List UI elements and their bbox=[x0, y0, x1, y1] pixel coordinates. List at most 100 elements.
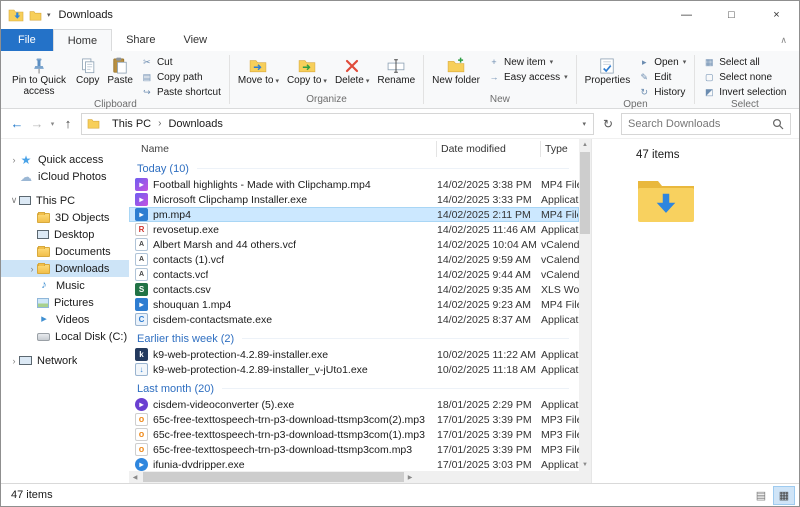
tab-file[interactable]: File bbox=[1, 29, 53, 51]
sidebar-item-3d-objects[interactable]: 3D Objects bbox=[1, 209, 129, 226]
file-row[interactable]: Acontacts.vcf14/02/2025 9:44 AMvCalendar… bbox=[129, 267, 579, 282]
group-label: Last month (20) bbox=[137, 382, 215, 395]
expand-chevron-icon[interactable]: › bbox=[27, 264, 37, 274]
horizontal-scrollbar-thumb[interactable] bbox=[143, 472, 404, 482]
scroll-down-icon[interactable]: ▼ bbox=[579, 459, 591, 471]
expand-chevron-icon[interactable]: › bbox=[9, 155, 19, 165]
cut-button[interactable]: ✂ Cut bbox=[137, 55, 225, 69]
sidebar-item-this-pc[interactable]: ∨ This PC bbox=[1, 192, 129, 209]
window-title: Downloads bbox=[58, 9, 113, 21]
file-row[interactable]: ▸ shouquan 1.mp4 14/02/2025 9:23 AM MP4 Fil… bbox=[129, 297, 579, 312]
up-button[interactable]: ↑ bbox=[58, 116, 78, 131]
paste-shortcut-button[interactable]: ↪ Paste shortcut bbox=[137, 85, 225, 99]
scroll-left-icon[interactable]: ◀ bbox=[129, 474, 141, 481]
quick-toolbar-customize-chevron-icon[interactable]: ▾ bbox=[47, 11, 51, 19]
file-row[interactable]: ▸ Microsoft Clipchamp Installer.exe 14/02/… bbox=[129, 192, 579, 207]
delete-button[interactable]: Delete ▾ bbox=[331, 53, 373, 88]
history-button[interactable]: ↻ History bbox=[634, 85, 690, 99]
pin-to-quick-access-button[interactable]: Pin to Quick access bbox=[6, 53, 72, 98]
move-to-button[interactable]: Move to ▾ bbox=[234, 53, 283, 88]
scroll-right-icon[interactable]: ▶ bbox=[404, 474, 416, 481]
address-dropdown-chevron-icon[interactable]: ▾ bbox=[582, 120, 588, 128]
scroll-up-icon[interactable]: ▲ bbox=[579, 139, 591, 151]
file-row[interactable]: A Albert Marsh and 44 others.vcf 14/02/202… bbox=[129, 237, 579, 252]
sidebar-item-downloads[interactable]: › Downloads bbox=[1, 260, 129, 277]
file-row[interactable]: Ccisdem-contactsmate.exe 14/02/2025 8:37 … bbox=[129, 312, 579, 327]
minimize-ribbon-button[interactable]: ∧ bbox=[780, 35, 787, 46]
properties-button[interactable]: Properties bbox=[581, 53, 635, 88]
tab-share[interactable]: Share bbox=[112, 29, 169, 51]
refresh-button[interactable]: ↻ bbox=[598, 117, 618, 131]
sidebar-item-network[interactable]: › Network bbox=[1, 352, 129, 369]
search-input[interactable] bbox=[628, 117, 772, 130]
file-row[interactable]: ▸ cisdem-videoconverter (5).exe 18/01/2025… bbox=[129, 397, 579, 412]
maximize-button[interactable]: □ bbox=[709, 1, 754, 29]
breadcrumb[interactable]: This PC › Downloads ▾ bbox=[81, 112, 594, 135]
column-header-type[interactable]: Type bbox=[541, 141, 579, 157]
file-date-modified: 17/01/2025 3:39 PM bbox=[437, 428, 532, 441]
sidebar-item-documents[interactable]: Documents bbox=[1, 243, 129, 260]
column-header-name[interactable]: Name bbox=[141, 141, 437, 157]
easy-access-button[interactable]: → Easy access ▾ bbox=[484, 70, 572, 84]
close-button[interactable]: × bbox=[754, 1, 799, 29]
file-row[interactable]: ▸ ifunia-dvdripper.exe 17/01/2025 3:03 PM A… bbox=[129, 457, 579, 471]
file-name-cell: ▸ ifunia-dvdripper.exe bbox=[135, 458, 437, 471]
details-view-button[interactable]: ▤ bbox=[750, 486, 772, 505]
rename-button[interactable]: Rename bbox=[373, 53, 419, 88]
group-header[interactable]: Earlier this week (2) bbox=[129, 330, 579, 347]
tab-view[interactable]: View bbox=[169, 29, 221, 51]
paste-button[interactable]: Paste bbox=[103, 53, 137, 88]
sidebar-item-local-disk-c[interactable]: Local Disk (C:) bbox=[1, 328, 129, 345]
forward-button[interactable]: → bbox=[27, 116, 47, 131]
minimize-button[interactable]: — bbox=[664, 1, 709, 29]
copy-button[interactable]: Copy bbox=[72, 53, 103, 88]
file-row[interactable]: ▸ pm.mp4 14/02/2025 2:11 PM MP4 File bbox=[129, 207, 579, 222]
breadcrumb-downloads[interactable]: Downloads bbox=[164, 118, 226, 130]
thumbnails-view-button[interactable]: ▦ bbox=[773, 485, 795, 505]
file-row[interactable]: o 65c-free-texttospeech-trn-p3-download-t… bbox=[129, 427, 579, 442]
new-item-button[interactable]: + New item ▾ bbox=[484, 55, 572, 69]
select-all-button[interactable]: ▦ Select all bbox=[699, 55, 790, 69]
expand-chevron-icon[interactable]: › bbox=[9, 356, 19, 366]
vertical-scrollbar-thumb[interactable] bbox=[580, 152, 590, 234]
file-list: Name Date modified Type Today (10) ▸ Footb… bbox=[129, 139, 591, 483]
copy-to-button[interactable]: Copy to ▾ bbox=[283, 53, 331, 88]
sidebar-item-music[interactable]: ♪ Music bbox=[1, 277, 129, 294]
sidebar-item-desktop[interactable]: Desktop bbox=[1, 226, 129, 243]
new-folder-button[interactable]: New folder bbox=[428, 53, 484, 88]
invert-selection-button[interactable]: ◩ Invert selection bbox=[699, 85, 790, 99]
file-row[interactable]: Rrevosetup.exe 14/02/2025 11:46 AM Applica… bbox=[129, 222, 579, 237]
new-folder-icon bbox=[446, 55, 466, 76]
sidebar-item-quick-access[interactable]: › ★ Quick access bbox=[1, 151, 129, 168]
sidebar-item-icloud-photos[interactable]: ☁ iCloud Photos bbox=[1, 168, 129, 185]
open-button[interactable]: ▸ Open ▾ bbox=[634, 55, 690, 69]
column-header-date-modified[interactable]: Date modified bbox=[437, 141, 541, 157]
group-label: Today (10) bbox=[137, 162, 189, 175]
back-button[interactable]: ← bbox=[7, 116, 27, 131]
copy-path-button[interactable]: ▤ Copy path bbox=[137, 70, 225, 84]
select-none-button[interactable]: ▢ Select none bbox=[699, 70, 790, 84]
edit-button[interactable]: ✎ Edit bbox=[634, 70, 690, 84]
group-header[interactable]: Today (10) bbox=[129, 160, 579, 177]
sidebar-item-pictures[interactable]: Pictures bbox=[1, 294, 129, 311]
file-row[interactable]: ↓ k9-web-protection-4.2.89-installer_v-jU… bbox=[129, 362, 579, 377]
downloads-folder-icon bbox=[636, 177, 799, 228]
recent-locations-chevron-icon[interactable]: ▾ bbox=[47, 120, 58, 128]
file-row[interactable]: Scontacts.csv14/02/2025 9:35 AMXLS Works… bbox=[129, 282, 579, 297]
file-row[interactable]: ▸ Football highlights - Made with Clipcha… bbox=[129, 177, 579, 192]
file-date-modified: 10/02/2025 11:18 AM bbox=[437, 363, 537, 376]
sidebar-item-videos[interactable]: ▸ Videos bbox=[1, 311, 129, 328]
file-row[interactable]: o 65c-free-texttospeech-trn-p3-download-t… bbox=[129, 412, 579, 427]
vertical-scrollbar[interactable]: ▲ ▼ bbox=[579, 139, 591, 471]
group-header[interactable]: Last month (20) bbox=[129, 380, 579, 397]
file-row[interactable]: o 65c-free-texttospeech-trn-p3-download-t… bbox=[129, 442, 579, 457]
breadcrumb-this-pc[interactable]: This PC bbox=[108, 118, 155, 130]
horizontal-scrollbar[interactable]: ◀ ▶ bbox=[129, 471, 579, 483]
file-row[interactable]: Acontacts (1).vcf 14/02/2025 9:59 AM vCale… bbox=[129, 252, 579, 267]
file-row[interactable]: k k9-web-protection-4.2.89-installer.exe 1… bbox=[129, 347, 579, 362]
search-icon[interactable] bbox=[772, 118, 784, 130]
tab-home[interactable]: Home bbox=[52, 29, 113, 51]
file-type: MP4 File bbox=[541, 298, 579, 311]
quick-toolbar-folder-icon[interactable] bbox=[29, 10, 42, 21]
expand-chevron-icon[interactable]: ∨ bbox=[9, 195, 19, 206]
